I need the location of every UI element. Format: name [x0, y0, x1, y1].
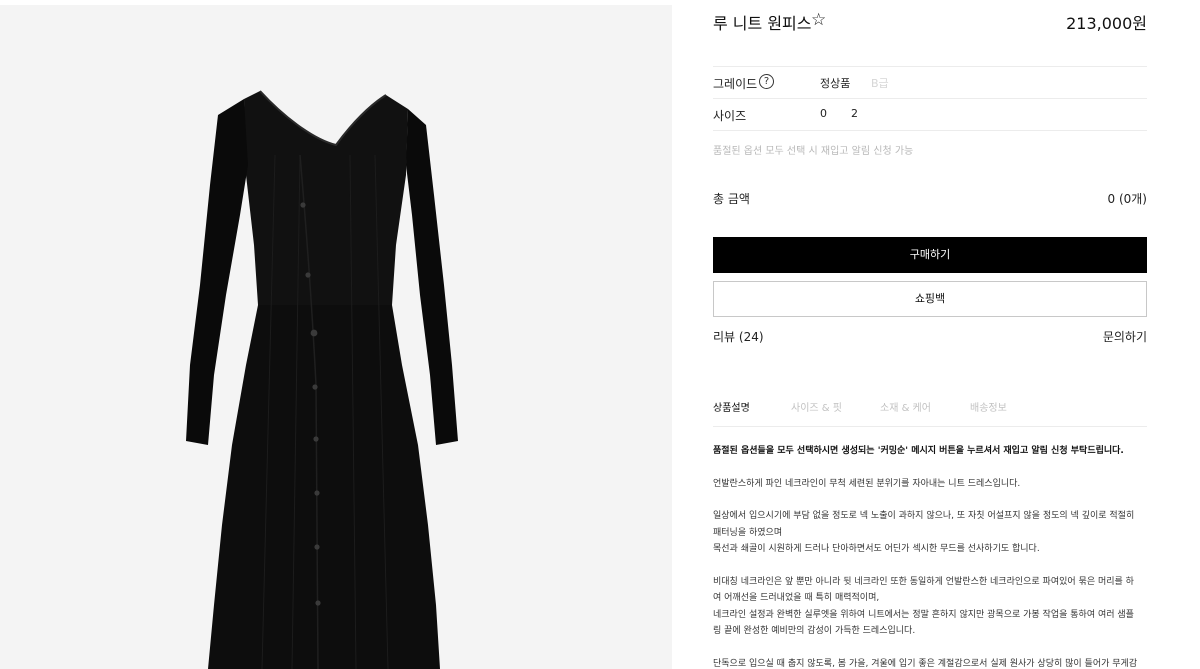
options-divider — [713, 130, 1147, 131]
size-option-0[interactable]: 0 — [820, 107, 827, 120]
tab-shipping-info[interactable]: 배송정보 — [970, 399, 1007, 414]
product-description: 품절된 옵션들을 모두 선택하시면 생성되는 '커밍순' 메시지 버튼을 누르셔… — [713, 443, 1147, 669]
size-label: 사이즈 — [713, 109, 747, 123]
description-line: 목선과 쇄골이 시원하게 드러나 단아하면서도 어딘가 섹시한 무드를 선사하기… — [713, 544, 1040, 554]
description-line: 링 끝에 완성한 예비만의 감성이 가득한 드레스입니다. — [713, 626, 916, 636]
description-line: 단독으로 입으실 때 춥지 않도록, 봄 가을, 겨울에 입기 좋은 계절감으로… — [713, 658, 1138, 669]
product-price: 213,000원 — [1066, 14, 1147, 33]
tab-material-care[interactable]: 소재 & 케어 — [880, 399, 931, 414]
description-paragraph: 언발란스하게 파인 네크라인이 무척 세련된 분위기를 자아내는 니트 드레스입… — [713, 478, 1021, 489]
grade-option-normal[interactable]: 정상품 — [820, 75, 850, 91]
description-notice: 품절된 옵션들을 모두 선택하시면 생성되는 '커밍순' 메시지 버튼을 누르셔… — [713, 446, 1124, 456]
grade-option-b[interactable]: B급 — [871, 75, 889, 91]
description-line: 비대칭 네크라인은 앞 뿐만 아니라 뒷 네크라인 또한 동일하게 언발란스한 … — [713, 576, 1134, 587]
buy-button[interactable]: 구매하기 — [713, 237, 1147, 273]
star-outline-icon[interactable]: ☆ — [811, 10, 826, 30]
description-line: 패터닝을 하였으며 — [713, 527, 783, 538]
restock-notice: 품절된 옵션 모두 선택 시 재입고 알림 신청 가능 — [713, 146, 914, 157]
description-line: 여 어깨선을 드러내었을 때 특히 매력적이며, — [713, 593, 880, 603]
description-paragraph: 단독으로 입으실 때 춥지 않도록, 봄 가을, 겨울에 입기 좋은 계절감으로… — [713, 656, 1147, 669]
description-line: 네크라인 설정과 완벽한 실루엣을 위하여 니트에서는 정말 흔하지 않지만 광… — [713, 609, 1134, 620]
product-image-panel — [0, 5, 672, 669]
tab-size-fit[interactable]: 사이즈 & 핏 — [791, 399, 842, 414]
product-image-dress — [186, 90, 458, 669]
question-circle-icon[interactable]: ? — [759, 74, 774, 89]
reviews-link[interactable]: 리뷰 (24) — [713, 328, 764, 345]
description-paragraph: 일상에서 입으시기에 부담 없을 정도로 넥 노출이 과하지 않으나, 또 자칫… — [713, 508, 1147, 558]
size-option-row: 사이즈 0 2 — [713, 98, 1147, 130]
product-tabs: 상품설명 사이즈 & 핏 소재 & 케어 배송정보 — [713, 399, 1147, 427]
tab-description[interactable]: 상품설명 — [713, 399, 750, 414]
grade-option-row: 그레이드 ? 정상품 B급 — [713, 66, 1147, 98]
total-value: 0 (0개) — [1107, 192, 1148, 206]
total-label: 총 금액 — [713, 192, 750, 206]
product-title: 루 니트 원피스 — [713, 14, 812, 33]
shopping-bag-button[interactable]: 쇼핑백 — [713, 281, 1147, 317]
product-header: 루 니트 원피스 ☆ 213,000원 — [713, 10, 1147, 34]
grade-label: 그레이드 — [713, 77, 758, 91]
inquiry-link[interactable]: 문의하기 — [1103, 328, 1147, 345]
product-info-panel: 루 니트 원피스 ☆ 213,000원 그레이드 ? 정상품 B급 사이즈 0 … — [713, 0, 1147, 669]
size-option-2[interactable]: 2 — [851, 107, 858, 120]
description-line: 일상에서 입으시기에 부담 없을 정도로 넥 노출이 과하지 않으나, 또 자칫… — [713, 511, 1135, 521]
description-paragraph: 비대칭 네크라인은 앞 뿐만 아니라 뒷 네크라인 또한 동일하게 언발란스한 … — [713, 574, 1147, 640]
